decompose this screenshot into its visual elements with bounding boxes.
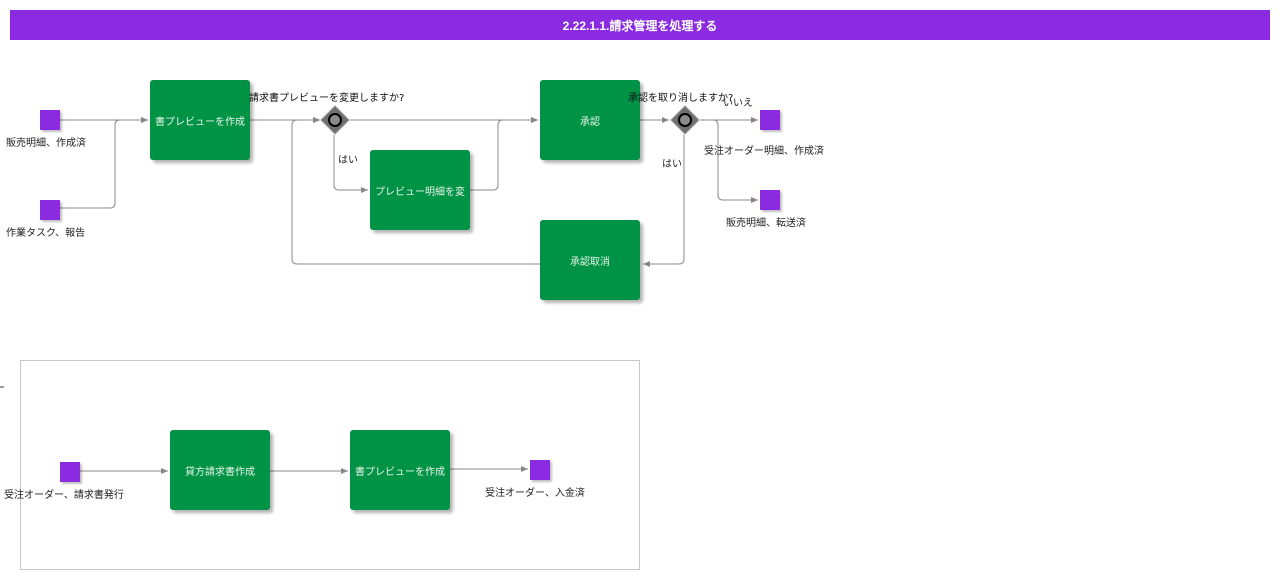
end-event-sales-transferred[interactable] (760, 190, 780, 210)
edge-gateway2-to-sales-transferred (700, 119, 758, 203)
end-event-order-line-created[interactable] (760, 110, 780, 130)
event-label-order-paid: 受注オーダー、入金済 (485, 488, 585, 499)
edge-label-no-cancel: いいえ (723, 98, 753, 109)
start-event-sales-created[interactable] (40, 110, 60, 130)
task-change-preview-lines[interactable]: プレビュー明細を変 (370, 150, 470, 230)
event-label-work-task-reported: 作業タスク、報告 (6, 228, 86, 239)
gateway-diamond-icon[interactable] (670, 105, 700, 135)
task-create-preview-2[interactable]: 書プレビューを作成 (350, 430, 450, 510)
task-approve[interactable]: 承認 (540, 80, 640, 160)
edge-change-to-approve (470, 117, 538, 191)
start-event-order-invoice-issued[interactable] (60, 462, 80, 482)
end-event-order-paid[interactable] (530, 460, 550, 480)
edge-label-yes-change: はい (338, 155, 358, 166)
task-cancel-approval[interactable]: 承認取消 (540, 220, 640, 300)
gateway-label-change-question: 請求書プレビューを変更しますか? (249, 93, 405, 104)
edge-label-yes-cancel: はい (662, 159, 682, 170)
event-label-order-invoice-issued: 受注オーダー、請求書発行 (4, 490, 124, 501)
gateway-label-cancel-question: 承認を取り消しますか? (628, 93, 734, 104)
event-label-sales-transferred: 販売明細、転送済 (726, 218, 806, 229)
event-label-sales-created: 販売明細、作成済 (6, 138, 86, 149)
task-create-preview[interactable]: 書プレビューを作成 (150, 80, 250, 160)
task-credit-invoice[interactable]: 貸方請求書作成 (170, 430, 270, 510)
gateway-diamond-icon[interactable] (320, 105, 350, 135)
start-event-work-task-reported[interactable] (40, 200, 60, 220)
event-label-order-line-created: 受注オーダー明細、作成済 (704, 146, 824, 157)
